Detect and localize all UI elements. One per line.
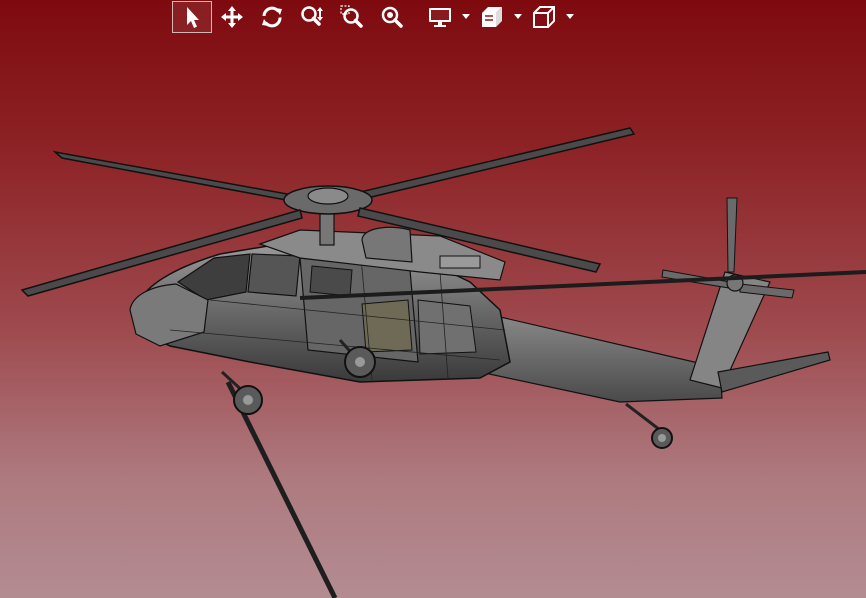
wheel-hub — [243, 395, 253, 405]
cabin-window — [309, 265, 353, 297]
rotor-blade — [333, 127, 636, 206]
wheel-hub — [658, 434, 666, 442]
cabin-interior — [361, 299, 413, 353]
engine-intake — [361, 226, 413, 263]
wheel-hub — [355, 357, 365, 367]
model-viewport[interactable] — [0, 0, 866, 598]
exhaust — [439, 255, 481, 269]
tail-rotor-blade — [726, 197, 738, 273]
rotor-blade — [52, 150, 321, 207]
cockpit-door — [247, 253, 301, 297]
helicopter-model[interactable] — [20, 127, 866, 449]
tail-gear-strut — [625, 402, 661, 432]
rotor-hub-cap — [307, 187, 349, 205]
rear-cabin-panel — [417, 299, 477, 355]
